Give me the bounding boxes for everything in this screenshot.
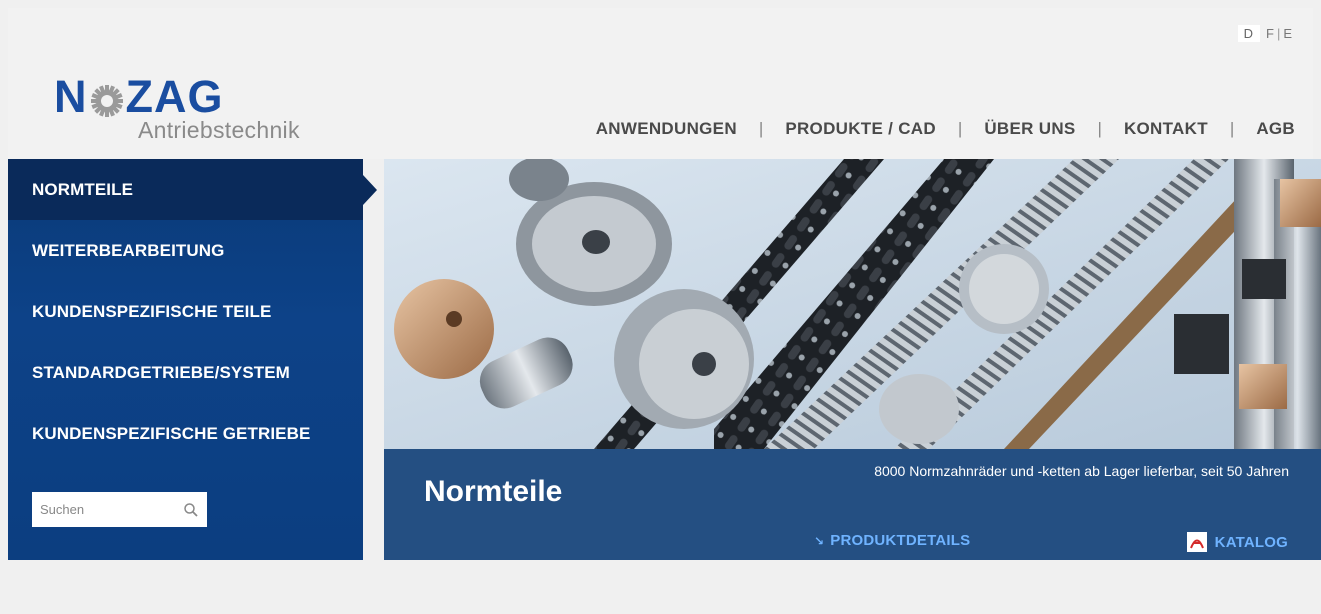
pdf-icon <box>1186 532 1207 552</box>
produktdetails-label: PRODUKTDETAILS <box>830 532 971 549</box>
sidebar-item-normteile[interactable]: NORMTEILE <box>8 159 377 220</box>
katalog-label: KATALOG <box>1214 533 1288 551</box>
nav-kontakt[interactable]: KONTAKT <box>1124 119 1208 139</box>
language-switcher: D F | E <box>1237 25 1295 42</box>
sidebar-item-kundenspezifische-teile[interactable]: KUNDENSPEZIFISCHE TEILE <box>8 281 363 342</box>
logo-wordmark: N ZAG <box>54 74 300 119</box>
arrow-down-right-icon: ↘ <box>814 533 825 548</box>
sidebar: NORMTEILE WEITERBEARBEITUNG KUNDENSPEZIF… <box>8 159 377 560</box>
nav-separator: | <box>1229 119 1235 138</box>
nav-ueber-uns[interactable]: ÜBER UNS <box>984 119 1075 139</box>
katalog-link[interactable]: KATALOG <box>1186 532 1288 552</box>
nav-produkte-cad[interactable]: PRODUKTE / CAD <box>785 119 936 139</box>
logo[interactable]: N ZAG Antriebstechnik <box>54 74 300 144</box>
nav-separator: | <box>1097 119 1102 138</box>
logo-subtitle: Antriebstechnik <box>138 117 300 143</box>
main-nav: ANWENDUNGEN | PRODUKTE / CAD | ÜBER UNS … <box>596 119 1295 139</box>
hero-caption: Normteile 8000 Normzahnräder und -ketten… <box>384 449 1321 560</box>
lang-fr[interactable]: F <box>1264 25 1277 42</box>
hero-description: 8000 Normzahnräder und -ketten ab Lager … <box>874 463 1289 479</box>
lang-de[interactable]: D <box>1237 25 1260 42</box>
gears-photo <box>384 159 1321 449</box>
sidebar-item-standardgetriebe[interactable]: STANDARDGETRIEBE/SYSTEM <box>8 342 363 403</box>
produktdetails-link[interactable]: ↘ PRODUKTDETAILS <box>814 532 970 549</box>
hero-banner: Normteile 8000 Normzahnräder und -ketten… <box>384 159 1321 560</box>
nav-separator: | <box>758 119 764 138</box>
sidebar-item-weiterbearbeitung[interactable]: WEITERBEARBEITUNG <box>8 220 363 281</box>
nav-agb[interactable]: AGB <box>1256 119 1295 139</box>
nav-anwendungen[interactable]: ANWENDUNGEN <box>596 119 737 139</box>
sidebar-item-kundenspezifische-getriebe[interactable]: KUNDENSPEZIFISCHE GETRIEBE <box>8 403 363 464</box>
search-input[interactable] <box>40 502 183 517</box>
nav-separator: | <box>957 119 963 138</box>
logo-letter-n: N <box>54 71 88 122</box>
search-box <box>32 492 207 527</box>
lang-en[interactable]: E <box>1281 25 1295 42</box>
hero-title: Normteile <box>424 475 563 508</box>
header: D F | E N ZAG Antriebstechnik ANWENDUNGE… <box>8 8 1313 159</box>
logo-letters-zag: ZAG <box>125 71 224 122</box>
search-icon[interactable] <box>183 502 199 518</box>
gear-icon <box>90 80 124 117</box>
